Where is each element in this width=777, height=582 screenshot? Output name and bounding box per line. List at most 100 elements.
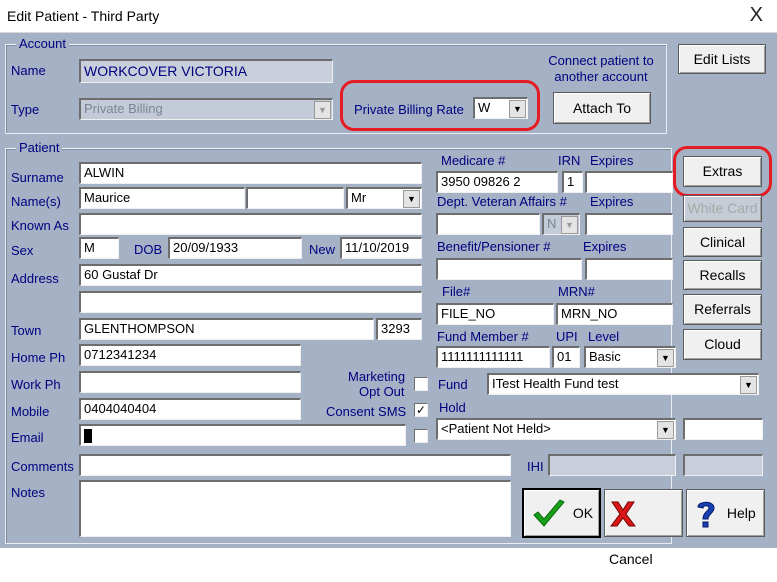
- comments-label: Comments: [11, 459, 74, 474]
- benefit-expires-input[interactable]: [585, 258, 673, 280]
- close-icon[interactable]: X: [750, 5, 763, 25]
- dva-expires-input[interactable]: [585, 213, 673, 235]
- recalls-button[interactable]: Recalls: [683, 260, 762, 290]
- account-name-label: Name: [11, 63, 46, 78]
- dva-type-value: N: [547, 216, 557, 231]
- ihi-field: [548, 454, 676, 476]
- dva-input[interactable]: [436, 213, 540, 235]
- chevron-down-icon: ▼: [561, 216, 578, 234]
- work-ph-label: Work Ph: [11, 377, 61, 392]
- cloud-button[interactable]: Cloud: [683, 329, 762, 360]
- work-ph-input[interactable]: [79, 371, 301, 393]
- highlight-extras: [673, 146, 772, 197]
- notes-textarea[interactable]: [79, 480, 511, 537]
- new-date-input[interactable]: 11/10/2019: [340, 237, 422, 259]
- chevron-down-icon[interactable]: ▼: [740, 376, 757, 394]
- checkmark-icon: [533, 499, 565, 528]
- ok-label: OK: [572, 505, 594, 521]
- benefit-label: Benefit/Pensioner #: [437, 239, 551, 254]
- help-button[interactable]: Help: [686, 489, 765, 537]
- mrn-input[interactable]: MRN_NO: [556, 303, 673, 325]
- upi-label: UPI: [556, 329, 578, 344]
- sex-input[interactable]: M: [79, 237, 119, 259]
- ihi-extra-field: [683, 454, 763, 476]
- chevron-down-icon[interactable]: ▼: [657, 421, 674, 439]
- benefit-expires-label: Expires: [583, 239, 627, 254]
- surname-input[interactable]: ALWIN: [79, 162, 422, 184]
- edit-lists-button[interactable]: Edit Lists: [678, 44, 766, 74]
- help-question-icon: [697, 502, 715, 528]
- file-label: File#: [442, 284, 471, 299]
- ok-button[interactable]: OK: [522, 488, 601, 538]
- hold-value: <Patient Not Held>: [441, 421, 551, 436]
- postcode-input[interactable]: 3293: [376, 318, 422, 340]
- file-input[interactable]: FILE_NO: [436, 303, 554, 325]
- window-title: Edit Patient - Third Party: [7, 8, 160, 24]
- chevron-down-icon[interactable]: ▼: [657, 349, 674, 367]
- sex-label: Sex: [11, 243, 34, 258]
- home-ph-label: Home Ph: [11, 350, 66, 365]
- account-type-value: Private Billing: [84, 101, 163, 116]
- first-name-input[interactable]: Maurice: [79, 187, 245, 209]
- fund-member-label: Fund Member #: [437, 329, 529, 344]
- middle-name-input[interactable]: [246, 187, 344, 209]
- medicare-input[interactable]: 3950 09826 2: [436, 171, 558, 193]
- comments-input[interactable]: [79, 454, 511, 476]
- text-cursor: [84, 428, 92, 443]
- cancel-button[interactable]: Cancel: [604, 489, 683, 567]
- connect-text-line2: another account: [554, 69, 648, 84]
- mrn-label: MRN#: [558, 284, 595, 299]
- ihi-label: IHI: [527, 459, 544, 474]
- fund-select[interactable]: ITest Health Fund test ▼: [487, 373, 759, 395]
- email-label: Email: [11, 430, 44, 445]
- address-line1-input[interactable]: 60 Gustaf Dr: [79, 264, 422, 286]
- upi-input[interactable]: 01: [552, 346, 580, 368]
- known-as-label: Known As: [11, 218, 69, 233]
- clinical-button[interactable]: Clinical: [683, 227, 762, 257]
- medicare-label: Medicare #: [441, 153, 506, 168]
- marketing-label-line1: Marketing: [348, 369, 406, 384]
- account-group-title: Account: [16, 36, 69, 51]
- surname-label: Surname: [11, 170, 64, 185]
- address-line2-input[interactable]: [79, 291, 422, 313]
- marketing-label-line2: Opt Out: [359, 384, 405, 399]
- chevron-down-icon: ▼: [314, 101, 331, 119]
- town-label: Town: [11, 323, 42, 338]
- address-label: Address: [11, 271, 59, 286]
- hold-select[interactable]: <Patient Not Held> ▼: [436, 418, 676, 440]
- dva-expires-label: Expires: [590, 194, 634, 209]
- fund-label: Fund: [438, 377, 468, 392]
- dob-label: DOB: [134, 242, 163, 257]
- title-value: Mr: [351, 190, 367, 205]
- title-select[interactable]: Mr ▼: [346, 187, 422, 209]
- consent-sms-label: Consent SMS: [326, 404, 407, 419]
- town-input[interactable]: GLENTHOMPSON: [79, 318, 374, 340]
- notes-label: Notes: [11, 485, 45, 500]
- chevron-down-icon[interactable]: ▼: [403, 190, 420, 208]
- mobile-input[interactable]: 0404040404: [79, 398, 301, 420]
- attach-to-button[interactable]: Attach To: [553, 92, 651, 124]
- level-select[interactable]: Basic ▼: [584, 346, 676, 368]
- fund-value: ITest Health Fund test: [492, 376, 619, 391]
- benefit-input[interactable]: [436, 258, 582, 280]
- hold-extra-input[interactable]: [683, 418, 763, 440]
- irn-input[interactable]: 1: [562, 171, 583, 193]
- email-input[interactable]: [79, 424, 406, 446]
- white-card-button[interactable]: White Card: [683, 195, 762, 222]
- consent-sms-checkbox[interactable]: ✓: [414, 403, 428, 417]
- home-ph-input[interactable]: 0712341234: [79, 344, 301, 366]
- title-bar: Edit Patient - Third Party X: [0, 0, 777, 33]
- mobile-label: Mobile: [11, 404, 50, 419]
- cancel-x-icon: [610, 501, 636, 527]
- dva-label: Dept. Veteran Affairs #: [437, 194, 567, 209]
- medicare-expires-input[interactable]: [585, 171, 673, 193]
- account-name-field: WORKCOVER VICTORIA: [79, 59, 333, 83]
- known-as-input[interactable]: [79, 213, 422, 235]
- email-checkbox[interactable]: [414, 429, 428, 443]
- fund-member-input[interactable]: 1111111111111: [436, 346, 550, 368]
- account-type-select: Private Billing ▼: [79, 98, 333, 120]
- referrals-button[interactable]: Referrals: [683, 294, 762, 325]
- dob-input[interactable]: 20/09/1933: [168, 237, 302, 259]
- marketing-opt-out-checkbox[interactable]: [414, 377, 428, 391]
- hold-label: Hold: [439, 400, 466, 415]
